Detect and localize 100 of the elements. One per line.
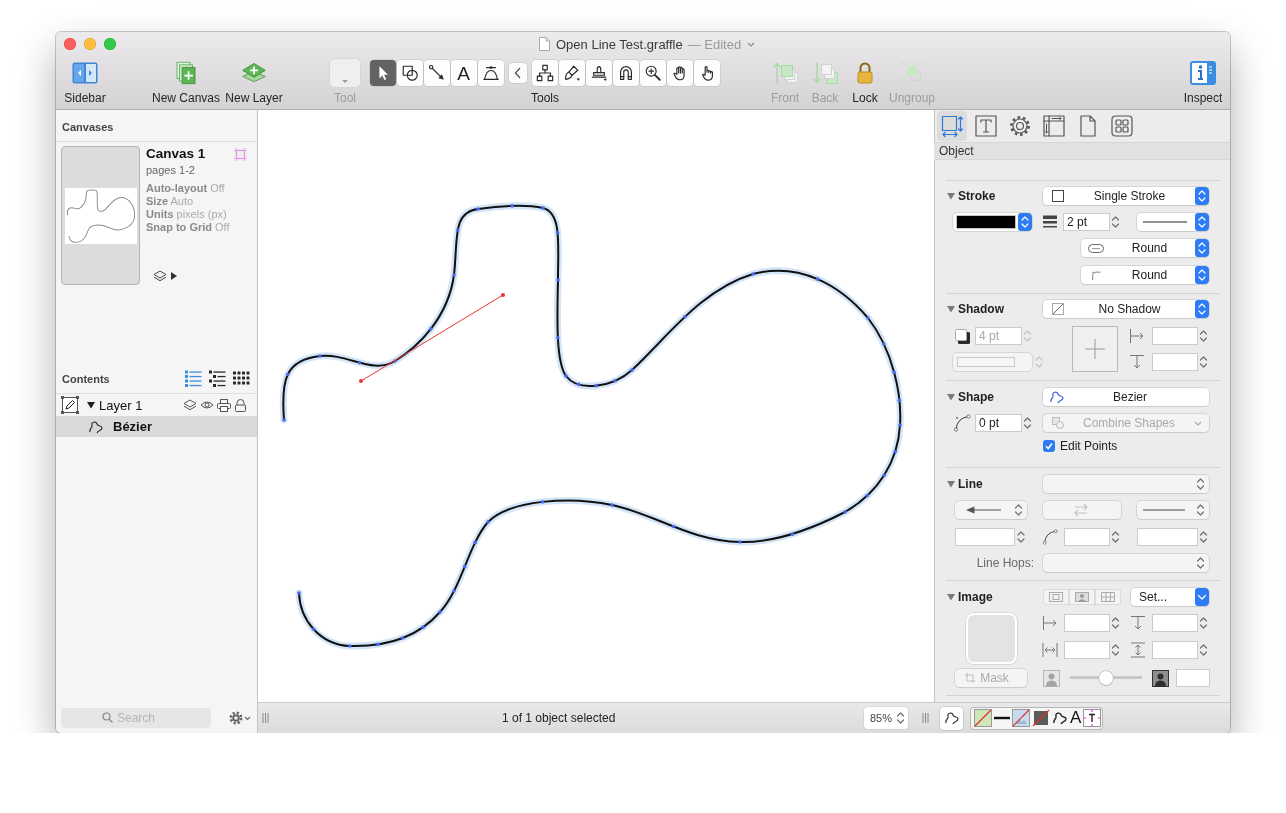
new-canvas-button[interactable]: New Canvas xyxy=(151,56,221,105)
stroke-line-icon[interactable] xyxy=(994,716,1010,720)
shadow-x-field[interactable] xyxy=(1152,327,1198,345)
split-handle-icon[interactable] xyxy=(262,712,269,724)
collapse-tools-button[interactable] xyxy=(508,63,527,83)
checkbox[interactable] xyxy=(1043,440,1055,452)
tool-button[interactable] xyxy=(612,60,639,86)
split-handle-icon[interactable] xyxy=(922,712,929,724)
squiggle-icon[interactable] xyxy=(1052,711,1068,725)
image-width-field[interactable] xyxy=(1064,641,1110,659)
lock-button[interactable]: Lock xyxy=(847,56,883,105)
image-y-field[interactable] xyxy=(1152,614,1198,632)
tool-button[interactable] xyxy=(693,60,720,86)
tool-button[interactable] xyxy=(639,60,666,86)
text-box-icon[interactable] xyxy=(1083,709,1102,727)
stepper-icon[interactable] xyxy=(1110,213,1121,231)
stepper-icon[interactable] xyxy=(895,709,906,727)
image-mode-button[interactable] xyxy=(1095,589,1121,605)
shadow-type-dropdown[interactable]: No Shadow xyxy=(1043,300,1209,318)
inspector-tab[interactable] xyxy=(937,111,967,141)
text-style-glyph[interactable]: A xyxy=(1070,709,1082,727)
line-cap-dropdown[interactable]: Round xyxy=(1081,239,1209,257)
line-start-field[interactable] xyxy=(955,528,1015,546)
line-pattern-dropdown[interactable] xyxy=(1137,213,1209,231)
stepper-icon[interactable] xyxy=(1198,641,1209,659)
stroke-width-field[interactable]: 2 pt xyxy=(1063,213,1110,231)
image-mode-button[interactable] xyxy=(1069,589,1095,605)
zoom-field[interactable]: 85% xyxy=(864,707,908,729)
image-x-field[interactable] xyxy=(1064,614,1110,632)
stepper-icon[interactable] xyxy=(1018,213,1032,231)
sidebar-button[interactable]: Sidebar xyxy=(60,56,110,105)
image-opacity-field[interactable] xyxy=(1176,669,1210,687)
layers-icon[interactable] xyxy=(183,399,197,411)
chevron-down-icon[interactable] xyxy=(747,41,756,47)
set-image-dropdown[interactable]: Set... xyxy=(1131,588,1209,606)
stepper-icon[interactable] xyxy=(1198,353,1209,371)
canvas-thumbnail[interactable] xyxy=(61,146,140,285)
stepper-icon[interactable] xyxy=(1195,554,1206,572)
printer-icon[interactable] xyxy=(217,398,231,412)
stepper-icon[interactable] xyxy=(1022,414,1033,432)
tool-button[interactable] xyxy=(369,60,396,86)
shadow-y-field[interactable] xyxy=(1152,353,1198,371)
tool-button[interactable] xyxy=(585,60,612,86)
tool-button[interactable] xyxy=(477,60,504,86)
shape-type-button[interactable]: Bezier xyxy=(1043,388,1209,406)
control-handle[interactable] xyxy=(359,293,505,383)
canvas-frame-icon[interactable] xyxy=(234,148,247,161)
inspect-button[interactable]: Inspect xyxy=(1178,56,1228,105)
line-end-field[interactable] xyxy=(1137,528,1198,546)
layer-object-row[interactable]: Bézier xyxy=(56,416,257,437)
new-layer-button[interactable]: New Layer xyxy=(224,56,284,105)
corner-radius-field[interactable]: 0 pt xyxy=(975,414,1022,432)
padlock-icon[interactable] xyxy=(234,398,247,412)
stepper-icon[interactable] xyxy=(1195,475,1206,493)
layer-name[interactable]: Layer 1 xyxy=(99,397,143,413)
tool-button[interactable] xyxy=(396,60,423,86)
curve-point-icon xyxy=(953,414,971,432)
line-end-dropdown[interactable] xyxy=(1137,501,1209,519)
stepper-icon[interactable] xyxy=(1013,501,1024,519)
stepper-icon[interactable] xyxy=(1195,213,1209,231)
line-curve-field[interactable] xyxy=(1064,528,1110,546)
image-height-field[interactable] xyxy=(1152,641,1198,659)
play-triangle-icon[interactable] xyxy=(171,272,177,280)
close-icon[interactable] xyxy=(64,38,76,50)
outline-view-icon[interactable] xyxy=(208,369,226,388)
slider-thumb[interactable] xyxy=(1099,671,1113,685)
stroke-color-well[interactable] xyxy=(953,213,1032,231)
fullscreen-icon[interactable] xyxy=(104,38,116,50)
selection-style-button[interactable] xyxy=(940,706,963,730)
shadow-color-well[interactable] xyxy=(953,353,1032,371)
tool-button[interactable]: A xyxy=(450,60,477,86)
stepper-icon[interactable] xyxy=(1195,239,1209,257)
eye-icon[interactable] xyxy=(200,400,214,410)
stepper-icon[interactable] xyxy=(1110,641,1121,659)
stepper-icon[interactable] xyxy=(1198,327,1209,345)
list-view-icon[interactable] xyxy=(184,369,202,388)
stepper-icon[interactable] xyxy=(1110,614,1121,632)
line-start-dropdown[interactable] xyxy=(955,501,1027,519)
stepper-icon[interactable] xyxy=(1198,614,1209,632)
stepper-icon[interactable] xyxy=(1195,300,1209,318)
layers-icon[interactable] xyxy=(153,270,167,282)
tool-button[interactable] xyxy=(666,60,693,86)
stroke-type-dropdown[interactable]: Single Stroke xyxy=(1043,187,1209,205)
chevron-down-icon[interactable] xyxy=(1195,588,1209,606)
no-shadow-icon[interactable] xyxy=(1032,709,1050,727)
line-join-dropdown[interactable]: Round xyxy=(1081,266,1209,284)
grid-view-icon[interactable] xyxy=(232,369,250,388)
layer-pencil-icon[interactable] xyxy=(61,396,79,414)
stepper-icon[interactable] xyxy=(1198,528,1209,546)
checkbox-label[interactable]: Edit Points xyxy=(1060,439,1118,453)
image-mode-button[interactable] xyxy=(1043,589,1069,605)
stepper-icon[interactable] xyxy=(1110,528,1121,546)
stepper-icon[interactable] xyxy=(1195,501,1206,519)
gear-menu-button[interactable] xyxy=(229,710,251,725)
stepper-icon[interactable] xyxy=(1195,187,1209,205)
stepper-icon[interactable] xyxy=(1195,266,1209,284)
tool-button[interactable] xyxy=(531,60,558,86)
tool-button[interactable] xyxy=(423,60,450,86)
disclosure-triangle-icon[interactable] xyxy=(87,401,95,409)
tool-button[interactable] xyxy=(558,60,585,86)
